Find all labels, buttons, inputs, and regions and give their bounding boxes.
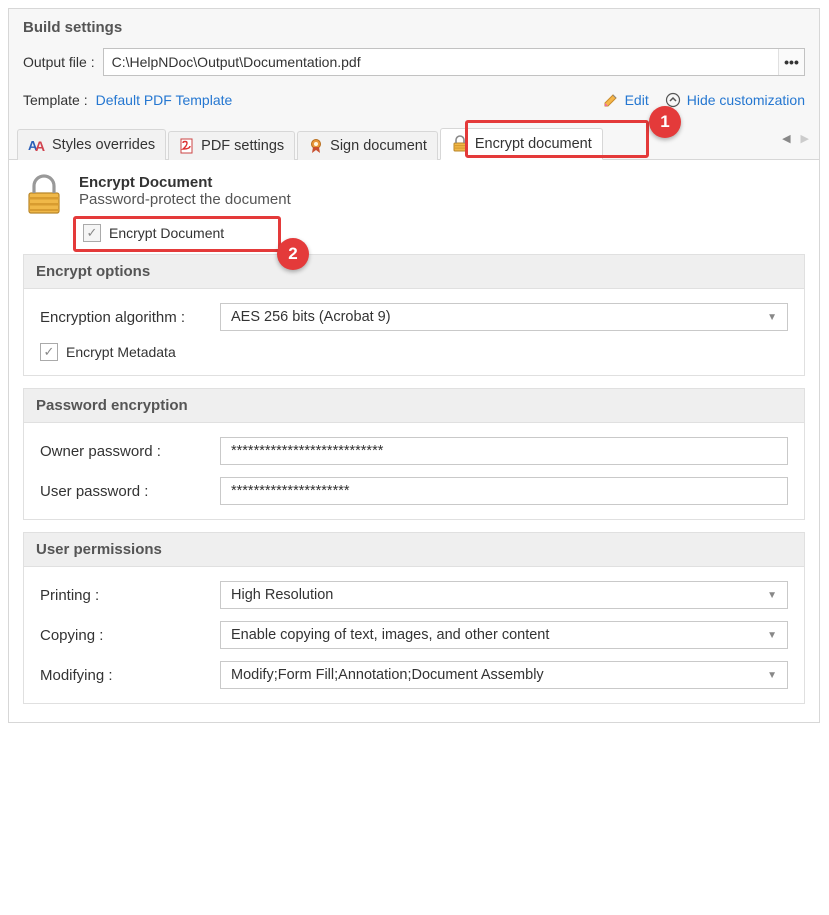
styles-icon: AA [28, 136, 46, 154]
chevron-down-icon: ▼ [767, 670, 777, 681]
build-settings-panel: Build settings Output file : C:\HelpNDoc… [8, 8, 820, 723]
template-link[interactable]: Default PDF Template [96, 92, 233, 108]
user-password-label: User password : [40, 483, 220, 500]
tab-encrypt-label: Encrypt document [475, 136, 592, 152]
chevron-down-icon: ▼ [767, 630, 777, 641]
encrypt-document-checkbox[interactable]: ✓ [83, 224, 101, 242]
tab-pdf-label: PDF settings [201, 138, 284, 154]
owner-password-label: Owner password : [40, 443, 220, 460]
edit-link[interactable]: Edit [603, 92, 649, 108]
callout-1: 1 [649, 106, 681, 138]
printing-row: Printing : High Resolution ▼ [40, 581, 788, 609]
chevron-down-icon: ▼ [767, 312, 777, 323]
tab-styles-overrides[interactable]: AA Styles overrides [17, 129, 166, 160]
tab-styles-label: Styles overrides [52, 137, 155, 153]
owner-password-value: *************************** [231, 443, 383, 459]
output-file-value: C:\HelpNDoc\Output\Documentation.pdf [112, 54, 361, 70]
ribbon-icon [308, 138, 324, 154]
modifying-value: Modify;Form Fill;Annotation;Document Ass… [231, 667, 544, 683]
password-encryption-header: Password encryption [24, 389, 804, 423]
copying-row: Copying : Enable copying of text, images… [40, 621, 788, 649]
callout-2: 2 [277, 238, 309, 270]
encrypt-subtitle: Password-protect the document [79, 191, 291, 208]
tab-bar: AA Styles overrides PDF settings Sign do… [9, 126, 819, 160]
owner-password-row: Owner password : ***********************… [40, 437, 788, 465]
user-password-input[interactable]: ********************* [220, 477, 788, 505]
encryption-algorithm-label: Encryption algorithm : [40, 309, 220, 326]
template-row: Template : Default PDF Template Edit Hid… [9, 82, 819, 126]
tab-pdf-settings[interactable]: PDF settings [168, 131, 295, 160]
panel-title: Build settings [9, 9, 819, 42]
user-permissions-section: User permissions Printing : High Resolut… [23, 532, 805, 704]
encrypt-tab-content: Encrypt Document Password-protect the do… [9, 160, 819, 722]
chevron-down-icon: ▼ [767, 590, 777, 601]
owner-password-input[interactable]: *************************** [220, 437, 788, 465]
modifying-label: Modifying : [40, 667, 220, 684]
tab-next-icon[interactable]: ▶ [801, 132, 809, 145]
tab-prev-icon[interactable]: ◀ [782, 132, 790, 145]
svg-text:A: A [35, 138, 45, 154]
tab-encrypt-document[interactable]: Encrypt document [440, 128, 603, 160]
user-password-row: User password : ********************* [40, 477, 788, 505]
encrypt-document-checkbox-row: ✓ Encrypt Document 2 [83, 224, 805, 242]
copying-value: Enable copying of text, images, and othe… [231, 627, 549, 643]
hide-text: Hide customization [687, 92, 805, 108]
pdf-icon [179, 138, 195, 154]
encryption-algorithm-value: AES 256 bits (Acrobat 9) [231, 309, 391, 325]
printing-label: Printing : [40, 587, 220, 604]
modifying-row: Modifying : Modify;Form Fill;Annotation;… [40, 661, 788, 689]
password-encryption-section: Password encryption Owner password : ***… [23, 388, 805, 520]
encrypt-metadata-checkbox[interactable]: ✓ [40, 343, 58, 361]
printing-select[interactable]: High Resolution ▼ [220, 581, 788, 609]
encrypt-metadata-label: Encrypt Metadata [66, 344, 176, 360]
copying-select[interactable]: Enable copying of text, images, and othe… [220, 621, 788, 649]
encrypt-title: Encrypt Document [79, 174, 291, 191]
edit-text: Edit [625, 92, 649, 108]
pencil-icon [603, 92, 619, 108]
user-password-value: ********************* [231, 483, 350, 499]
hide-customization-link[interactable]: Hide customization [665, 92, 805, 108]
output-file-label: Output file : [23, 54, 95, 70]
encryption-algorithm-row: Encryption algorithm : AES 256 bits (Acr… [40, 303, 788, 331]
tab-nav: ◀ ▶ [782, 132, 809, 145]
output-file-input[interactable]: C:\HelpNDoc\Output\Documentation.pdf ••• [103, 48, 805, 76]
encrypt-header: Encrypt Document Password-protect the do… [23, 174, 805, 216]
template-label: Template : [23, 92, 88, 108]
encryption-algorithm-select[interactable]: AES 256 bits (Acrobat 9) ▼ [220, 303, 788, 331]
encrypt-metadata-row: ✓ Encrypt Metadata [40, 343, 788, 361]
browse-button[interactable]: ••• [778, 49, 804, 75]
encrypt-document-checkbox-label: Encrypt Document [109, 225, 224, 241]
lock-icon [23, 174, 65, 216]
modifying-select[interactable]: Modify;Form Fill;Annotation;Document Ass… [220, 661, 788, 689]
copying-label: Copying : [40, 627, 220, 644]
encrypt-options-header: Encrypt options [24, 255, 804, 289]
encrypt-options-section: Encrypt options Encryption algorithm : A… [23, 254, 805, 376]
tab-sign-document[interactable]: Sign document [297, 131, 438, 160]
printing-value: High Resolution [231, 587, 333, 603]
user-permissions-header: User permissions [24, 533, 804, 567]
tab-sign-label: Sign document [330, 138, 427, 154]
lock-icon [451, 135, 469, 153]
output-file-row: Output file : C:\HelpNDoc\Output\Documen… [9, 42, 819, 82]
